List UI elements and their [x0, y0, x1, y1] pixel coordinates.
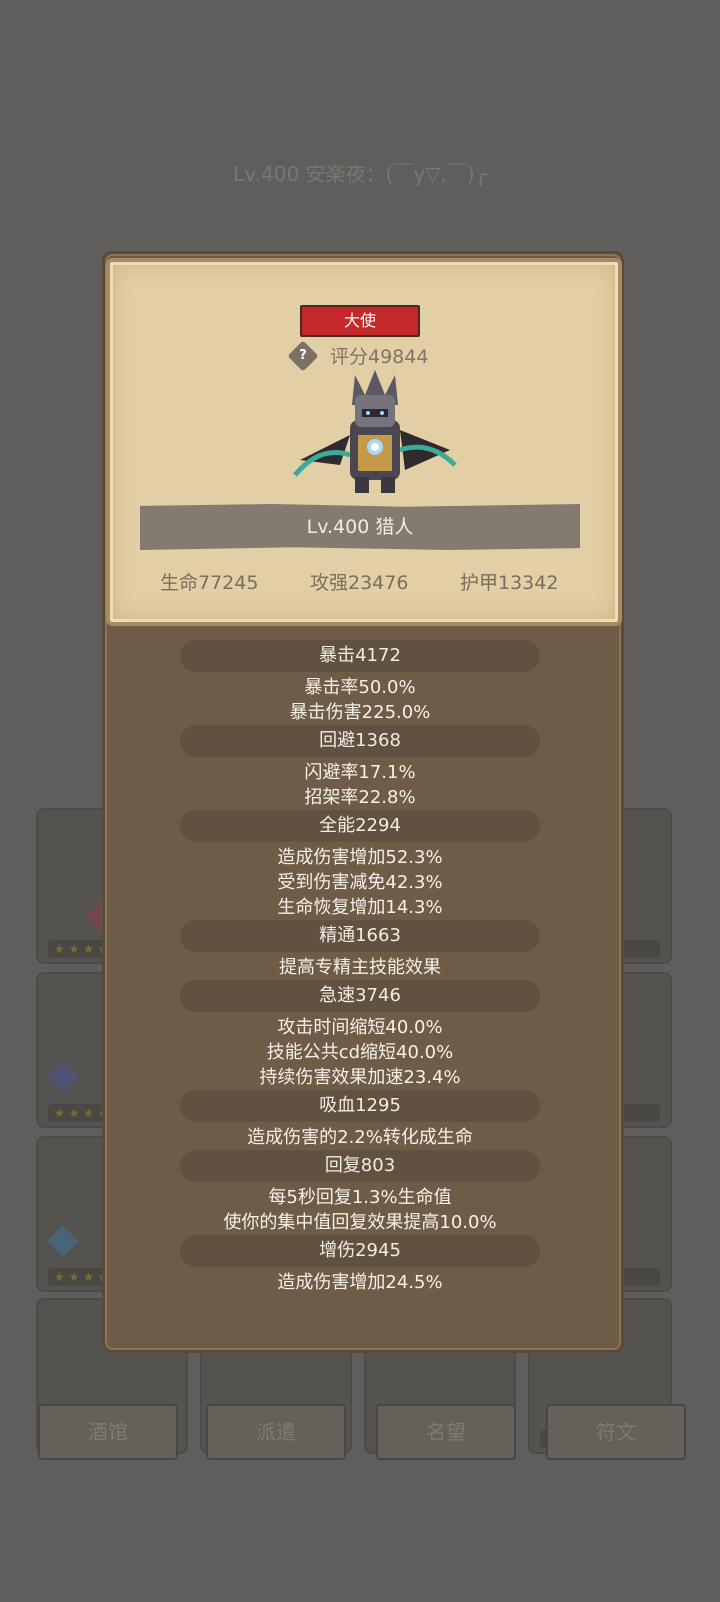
gem-icon	[47, 1061, 79, 1093]
stat-line: 造成伤害的2.2%转化成生命	[247, 1127, 473, 1148]
dodge-header: 回避1368	[180, 725, 540, 757]
damage-bonus-header: 增伤2945	[180, 1235, 540, 1267]
stat-line: 闪避率17.1%	[304, 762, 416, 783]
stat-line: 持续伤害效果加速23.4%	[259, 1067, 461, 1088]
stat-line: 技能公共cd缩短40.0%	[266, 1042, 454, 1063]
gem-icon	[47, 1225, 79, 1257]
title-badge: 大使	[300, 305, 420, 337]
hunter-character-image	[293, 370, 457, 493]
stat-line: 每5秒回复1.3%生命值	[268, 1187, 452, 1208]
stat-line: 造成伤害增加24.5%	[277, 1272, 443, 1293]
stat-line: 招架率22.8%	[304, 787, 416, 808]
stat-line: 生命恢复增加14.3%	[277, 897, 443, 918]
stat-line: 攻击时间缩短40.0%	[277, 1017, 443, 1038]
regen-header: 回复803	[180, 1150, 540, 1182]
stat-line: 使你的集中值回复效果提高10.0%	[223, 1212, 497, 1233]
hp-stat: 生命77245	[160, 572, 259, 594]
versatility-header: 全能2294	[180, 810, 540, 842]
mastery-header: 精通1663	[180, 920, 540, 952]
attack-power-stat: 攻强23476	[310, 572, 409, 594]
tavern-button[interactable]: 酒馆	[38, 1404, 178, 1460]
lifesteal-header: 吸血1295	[180, 1090, 540, 1122]
stat-line: 提高专精主技能效果	[279, 957, 441, 978]
hero-level-name: Lv.400 猎人	[140, 504, 580, 550]
crit-header: 暴击4172	[180, 640, 540, 672]
background-player-title: Lv.400 安楽夜：(￣y▽,￣)╭	[233, 162, 487, 186]
dispatch-button[interactable]: 派遣	[206, 1404, 346, 1460]
haste-header: 急速3746	[180, 980, 540, 1012]
stat-line: 暴击率50.0%	[304, 677, 416, 698]
stat-line: 造成伤害增加52.3%	[277, 847, 443, 868]
rune-button[interactable]: 符文	[546, 1404, 686, 1460]
stat-line: 暴击伤害225.0%	[289, 702, 431, 723]
fame-button[interactable]: 名望	[376, 1404, 516, 1460]
stat-line: 受到伤害减免42.3%	[277, 872, 443, 893]
armor-stat: 护甲13342	[460, 572, 559, 594]
